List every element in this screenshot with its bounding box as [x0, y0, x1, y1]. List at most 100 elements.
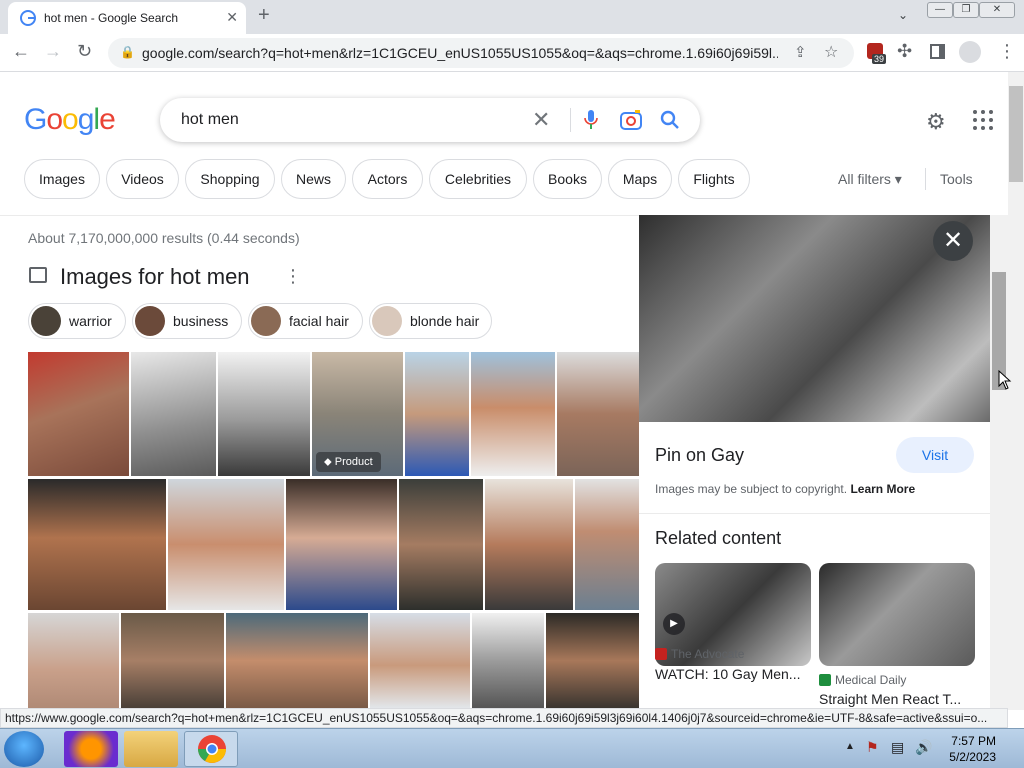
tools-button[interactable]: Tools [940, 171, 973, 187]
address-url[interactable]: google.com/search?q=hot+men&rlz=1C1GCEU_… [142, 45, 778, 61]
browser-tab[interactable]: hot men - Google Search ✕ [8, 2, 246, 34]
security-tray-icon[interactable]: ⚑ [866, 739, 879, 756]
refine-chip-business[interactable]: business [132, 303, 242, 339]
share-icon[interactable]: ⇪ [794, 43, 807, 61]
google-favicon-icon [20, 10, 36, 26]
chip-maps[interactable]: Maps [608, 159, 672, 199]
microphone-icon[interactable] [584, 110, 598, 130]
chrome-icon [198, 735, 226, 763]
related-title[interactable]: Straight Men React T... [819, 691, 961, 707]
minimize-button[interactable]: — [927, 2, 953, 18]
image-result[interactable] [131, 352, 216, 476]
image-result[interactable] [370, 613, 470, 708]
more-options-icon[interactable]: ⋮ [284, 266, 302, 287]
image-result[interactable] [399, 479, 483, 610]
image-result[interactable] [557, 352, 639, 476]
windows-start-button[interactable] [4, 731, 44, 767]
chip-images[interactable]: Images [24, 159, 100, 199]
close-window-button[interactable]: ✕ [979, 2, 1015, 18]
lock-icon: 🔒 [120, 45, 135, 59]
clear-search-icon[interactable]: ✕ [532, 107, 550, 133]
chip-videos[interactable]: Videos [106, 159, 179, 199]
chip-flights[interactable]: Flights [678, 159, 750, 199]
image-result[interactable] [168, 479, 284, 610]
search-icon[interactable] [660, 110, 680, 130]
tab-close-icon[interactable]: ✕ [226, 9, 238, 26]
chip-celebrities[interactable]: Celebrities [429, 159, 527, 199]
restore-button[interactable]: ❐ [953, 2, 979, 18]
chip-thumbnail [251, 306, 281, 336]
show-hidden-icons[interactable]: ▲ [845, 741, 855, 752]
system-clock[interactable]: 7:57 PM 5/2/2023 [944, 733, 996, 765]
lens-camera-icon[interactable] [620, 110, 642, 130]
back-icon[interactable]: ← [12, 41, 30, 62]
image-result[interactable] [575, 479, 639, 610]
forward-icon[interactable]: → [44, 41, 62, 62]
chip-thumbnail [135, 306, 165, 336]
refine-chip-blonde-hair[interactable]: blonde hair [369, 303, 492, 339]
address-bar[interactable]: 🔒 google.com/search?q=hot+men&rlz=1C1GCE… [108, 38, 854, 68]
image-result[interactable] [28, 613, 119, 708]
settings-gear-icon[interactable]: ⚙ [926, 109, 946, 135]
search-input[interactable]: hot men [181, 111, 239, 129]
chip-shopping[interactable]: Shopping [185, 159, 275, 199]
all-filters-label: All filters [838, 171, 891, 187]
chip-books[interactable]: Books [533, 159, 602, 199]
status-url-bar: https://www.google.com/search?q=hot+men&… [0, 708, 1008, 728]
chip-label: warrior [69, 313, 112, 329]
volume-tray-icon[interactable]: 🔊 [915, 739, 932, 756]
related-title[interactable]: WATCH: 10 Gay Men... [655, 666, 800, 682]
image-result[interactable] [28, 352, 129, 476]
chip-actors[interactable]: Actors [352, 159, 423, 199]
dropdown-arrow-icon: ▾ [894, 171, 902, 187]
refine-chip-warrior[interactable]: warrior [28, 303, 126, 339]
image-result[interactable] [471, 352, 555, 476]
product-label: Product [334, 456, 373, 468]
chip-news[interactable]: News [281, 159, 346, 199]
refine-chip-facial-hair[interactable]: facial hair [248, 303, 363, 339]
side-panel-icon[interactable] [930, 44, 945, 59]
copyright-notice: Images may be subject to copyright. Lear… [655, 482, 915, 496]
tab-search-icon[interactable]: ⌄ [898, 8, 908, 22]
chip-label: blonde hair [410, 313, 480, 329]
image-result[interactable] [472, 613, 544, 708]
image-preview-panel: ✕ Pin on Gay Visit Images may be subject… [639, 215, 990, 709]
file-explorer-taskbar-icon[interactable] [124, 731, 178, 767]
bookmark-star-icon[interactable]: ☆ [824, 42, 838, 62]
image-result[interactable] [405, 352, 469, 476]
search-box[interactable]: hot men ✕ [160, 98, 700, 142]
extension-badge: 39 [872, 54, 887, 64]
image-result[interactable] [485, 479, 573, 610]
results-count: About 7,170,000,000 results (0.44 second… [28, 230, 300, 246]
mouse-cursor-icon [998, 370, 1012, 390]
profile-avatar[interactable] [959, 41, 981, 63]
reload-icon[interactable]: ↻ [77, 41, 92, 62]
chrome-menu-icon[interactable]: ⋮ [998, 41, 1016, 62]
chrome-taskbar-button[interactable] [184, 731, 238, 767]
image-result[interactable] [546, 613, 639, 708]
visit-button[interactable]: Visit [896, 437, 974, 473]
network-tray-icon[interactable]: ▤ [891, 739, 904, 756]
page-scrollbar-thumb[interactable] [1009, 86, 1023, 182]
google-apps-icon[interactable] [973, 110, 993, 130]
preview-title[interactable]: Pin on Gay [655, 445, 744, 466]
related-item-thumbnail[interactable] [819, 563, 975, 666]
related-content-heading: Related content [655, 528, 782, 548]
image-result[interactable] [286, 479, 397, 610]
image-result[interactable] [226, 613, 368, 708]
images-heading[interactable]: Images for hot men [60, 264, 250, 290]
image-result[interactable] [218, 352, 310, 476]
search-divider [570, 108, 571, 132]
extensions-puzzle-icon[interactable]: ✣ [897, 41, 912, 62]
advocate-favicon-icon [655, 648, 667, 660]
image-result[interactable] [121, 613, 224, 708]
image-result[interactable] [28, 479, 166, 610]
close-preview-icon[interactable]: ✕ [933, 221, 973, 261]
google-logo[interactable]: Google [24, 103, 116, 137]
firefox-taskbar-icon[interactable] [64, 731, 118, 767]
clock-date: 5/2/2023 [949, 750, 996, 764]
new-tab-icon[interactable]: + [258, 4, 270, 27]
learn-more-link[interactable]: Learn More [850, 482, 915, 496]
related-source: The Advocate [671, 647, 745, 661]
all-filters-button[interactable]: All filters ▾ [838, 171, 902, 188]
